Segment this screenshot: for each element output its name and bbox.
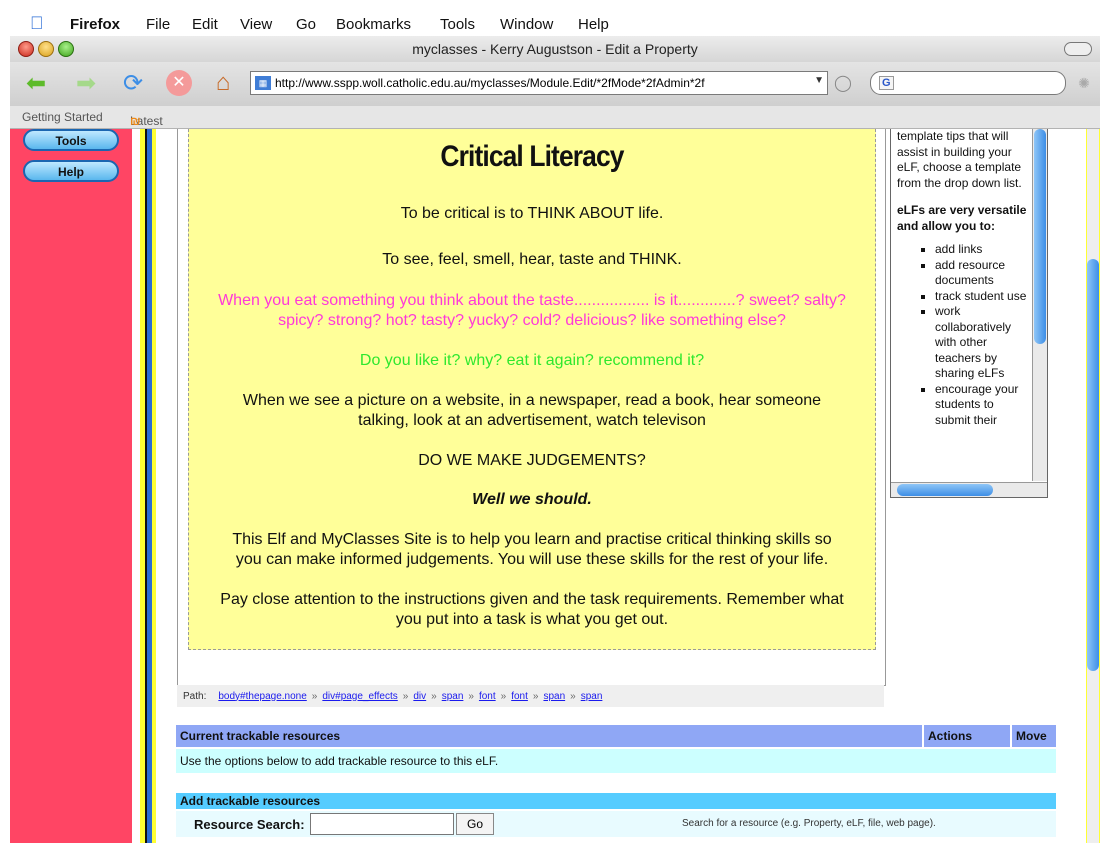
add-resources-title: Add trackable resources bbox=[180, 794, 321, 808]
menu-window[interactable]: Window bbox=[500, 16, 553, 33]
left-nav-column: Tools Help bbox=[10, 129, 132, 843]
path-item[interactable]: font bbox=[511, 691, 528, 702]
content-paragraph-5b: talking, look at an advertisement, watch… bbox=[358, 412, 706, 429]
current-resources-header: Current trackable resources Actions Move bbox=[176, 725, 1056, 747]
page-viewport: Tools Help Critical Literacy To be criti… bbox=[10, 129, 1100, 843]
tips-list: add links add resource documents track s… bbox=[897, 242, 1029, 428]
path-item[interactable]: div#page_effects bbox=[322, 691, 397, 702]
google-search-engine-icon[interactable]: G bbox=[879, 76, 894, 90]
apple-icon[interactable]:  bbox=[30, 13, 44, 34]
page-title: Critical Literacy bbox=[440, 140, 624, 173]
page-vertical-scrollbar[interactable] bbox=[1086, 129, 1100, 843]
content-paragraph-5a: When we see a picture on a website, in a… bbox=[242, 392, 822, 409]
stripe-yellow-2 bbox=[152, 129, 156, 843]
toolbar-toggle-button[interactable] bbox=[1064, 42, 1092, 56]
tools-nav-button[interactable]: Tools bbox=[23, 129, 119, 151]
menu-edit[interactable]: Edit bbox=[192, 16, 218, 33]
resource-search-row: Resource Search: Go Search for a resourc… bbox=[176, 811, 1056, 837]
list-item: add resource documents bbox=[935, 258, 1029, 289]
rich-text-editor[interactable]: Critical Literacy To be critical is to T… bbox=[177, 129, 886, 686]
tips-heading: eLFs are very versatile and allow you to… bbox=[897, 203, 1027, 233]
path-label: Path: bbox=[183, 690, 207, 702]
editor-content-area[interactable]: Critical Literacy To be critical is to T… bbox=[188, 129, 876, 650]
tips-vertical-scroll-thumb[interactable] bbox=[1034, 129, 1046, 344]
resource-search-input[interactable] bbox=[310, 813, 454, 835]
path-item[interactable]: font bbox=[479, 691, 496, 702]
add-resources-header: Add trackable resources bbox=[176, 793, 1056, 809]
url-text: http://www.sspp.woll.catholic.edu.au/myc… bbox=[275, 76, 705, 90]
current-resources-info-row: Use the options below to add trackable r… bbox=[176, 749, 1056, 773]
current-resources-title: Current trackable resources bbox=[180, 729, 341, 743]
element-path-bar: Path: body#thepage.none» div#page_effect… bbox=[177, 685, 884, 707]
current-resources-info: Use the options below to add trackable r… bbox=[180, 754, 499, 768]
help-nav-button[interactable]: Help bbox=[23, 160, 119, 182]
stripe-white bbox=[132, 129, 140, 843]
path-item[interactable]: span bbox=[581, 691, 603, 702]
window-titlebar: myclasses - Kerry Augustson - Edit a Pro… bbox=[10, 36, 1100, 63]
search-box[interactable]: G bbox=[870, 71, 1066, 95]
bookmark-getting-started[interactable]: Getting Started bbox=[22, 110, 103, 124]
forward-arrow-icon[interactable]: ➡ bbox=[68, 68, 104, 98]
menu-go[interactable]: Go bbox=[296, 16, 316, 33]
url-bar[interactable]: ▦ http://www.sspp.woll.catholic.edu.au/m… bbox=[250, 71, 828, 95]
content-paragraph-4: Do you like it? why? eat it again? recom… bbox=[359, 352, 705, 369]
menu-bookmarks[interactable]: Bookmarks bbox=[336, 16, 411, 33]
content-paragraph-8b: you can make informed judgements. You wi… bbox=[235, 551, 829, 568]
page-scroll-thumb[interactable] bbox=[1087, 259, 1099, 671]
go-button[interactable]: Go bbox=[456, 813, 494, 835]
content-paragraph-6: DO WE MAKE JUDGEMENTS? bbox=[418, 452, 646, 469]
path-item[interactable]: div bbox=[413, 691, 426, 702]
url-dropdown-icon[interactable]: ▼ bbox=[814, 75, 824, 86]
tips-vertical-scrollbar[interactable] bbox=[1032, 129, 1047, 481]
tips-intro: template tips that will assist in buildi… bbox=[897, 129, 1022, 190]
actions-column-header: Actions bbox=[922, 725, 972, 747]
move-column-header: Move bbox=[1010, 725, 1047, 747]
menu-tools[interactable]: Tools bbox=[440, 16, 475, 33]
throbber-icon: ✺ bbox=[1078, 74, 1090, 91]
mac-menubar:  Firefox File Edit View Go Bookmarks To… bbox=[0, 0, 1100, 36]
content-paragraph-7: Well we should. bbox=[472, 491, 592, 508]
content-paragraph-8a: This Elf and MyClasses Site is to help y… bbox=[232, 531, 832, 548]
tips-text: template tips that will assist in buildi… bbox=[897, 129, 1029, 428]
menu-view[interactable]: View bbox=[240, 16, 272, 33]
content-paragraph-3a: When you eat something you think about t… bbox=[218, 292, 846, 309]
resource-search-hint: Search for a resource (e.g. Property, eL… bbox=[682, 818, 936, 829]
window-title: myclasses - Kerry Augustson - Edit a Pro… bbox=[412, 41, 698, 57]
content-paragraph-3b: spicy? strong? hot? tasty? yucky? cold? … bbox=[278, 312, 786, 329]
template-tips-panel: template tips that will assist in buildi… bbox=[890, 129, 1048, 498]
path-item[interactable]: body#thepage.none bbox=[218, 691, 306, 702]
path-item[interactable]: span bbox=[442, 691, 464, 702]
content-paragraph-9a: Pay close attention to the instructions … bbox=[220, 591, 844, 608]
rss-feed-icon: ₪ bbox=[130, 114, 141, 128]
list-item: add links bbox=[935, 242, 1029, 258]
stop-icon[interactable]: ✕ bbox=[164, 68, 194, 98]
menu-help[interactable]: Help bbox=[578, 16, 609, 33]
content-paragraph-2: To see, feel, smell, hear, taste and THI… bbox=[382, 251, 682, 268]
reload-icon[interactable]: ⟳ bbox=[116, 68, 150, 98]
content-paragraph-1: To be critical is to THINK ABOUT life. bbox=[400, 205, 664, 222]
back-arrow-icon[interactable]: ⬅ bbox=[18, 68, 54, 98]
site-favicon-icon: ▦ bbox=[255, 76, 271, 90]
resource-search-label: Resource Search: bbox=[194, 817, 305, 832]
list-item: encourage your students to submit their bbox=[935, 382, 1029, 429]
path-item[interactable]: span bbox=[543, 691, 565, 702]
tips-horizontal-scroll-thumb[interactable] bbox=[897, 484, 993, 496]
tips-horizontal-scrollbar[interactable] bbox=[891, 482, 1047, 497]
content-paragraph-9b: you put into a task is what you get out. bbox=[395, 611, 669, 628]
home-icon[interactable]: ⌂ bbox=[206, 68, 240, 98]
go-circle-icon[interactable]: ◯ bbox=[832, 68, 854, 98]
bookmarks-bar: Getting Started Latest Headlines ₪ bbox=[10, 106, 1100, 142]
list-item: track student use bbox=[935, 289, 1029, 305]
menu-file[interactable]: File bbox=[146, 16, 170, 33]
list-item: work collaboratively with other teachers… bbox=[935, 304, 1029, 382]
browser-toolbar: ⬅ ➡ ⟳ ✕ ⌂ ▦ http://www.sspp.woll.catholi… bbox=[10, 62, 1100, 107]
menu-app-firefox[interactable]: Firefox bbox=[70, 16, 120, 33]
